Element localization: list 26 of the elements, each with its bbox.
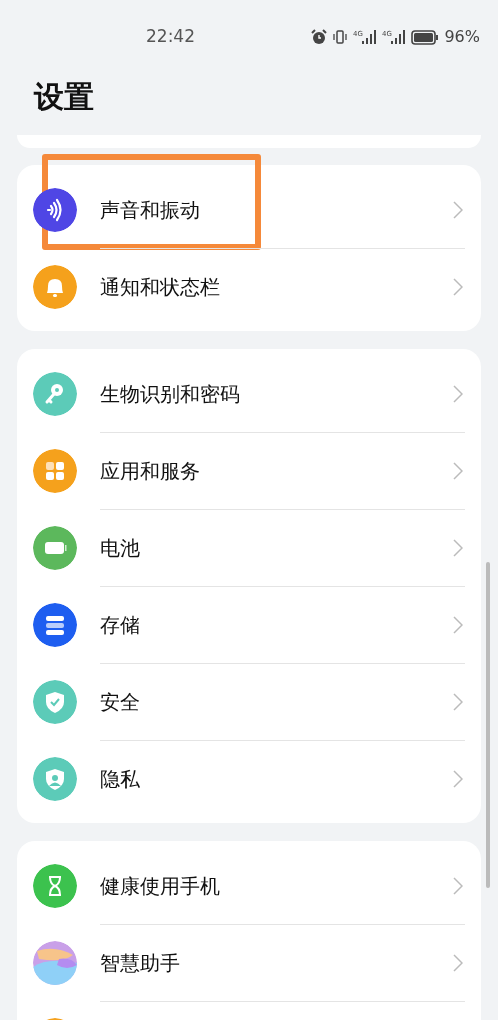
status-time: 22:42 [146,25,195,49]
chevron-icon [453,953,463,972]
settings-item[interactable]: 应用和服务 [17,432,481,509]
settings-item[interactable]: 隐私 [17,740,481,817]
chevron-icon [453,461,463,480]
page-title: 设置 [34,78,95,116]
alarm-icon [311,29,328,45]
chevron-icon [453,384,463,403]
chevron-icon [453,876,463,895]
chevron-icon [453,615,463,634]
settings-item[interactable]: 通知和状态栏 [17,248,481,325]
settings-item[interactable]: 存储 [17,586,481,663]
chevron-icon [453,692,463,711]
chevron-icon [453,769,463,788]
settings-item[interactable]: 电池 [17,509,481,586]
settings-item[interactable]: 安全 [17,663,481,740]
chevron-icon [453,538,463,557]
settings-item[interactable]: 声音和振动 [17,171,481,248]
battery-percentage: 96% [444,26,480,48]
vibrate-icon [332,29,349,45]
settings-item[interactable]: 生物识别和密码 [17,355,481,432]
chevron-icon [453,277,463,296]
chevron-icon [453,200,463,219]
settings-item[interactable]: 健康使用手机 [17,847,481,924]
settings-item[interactable]: 智慧助手 [17,924,481,1001]
battery-icon [411,29,440,45]
